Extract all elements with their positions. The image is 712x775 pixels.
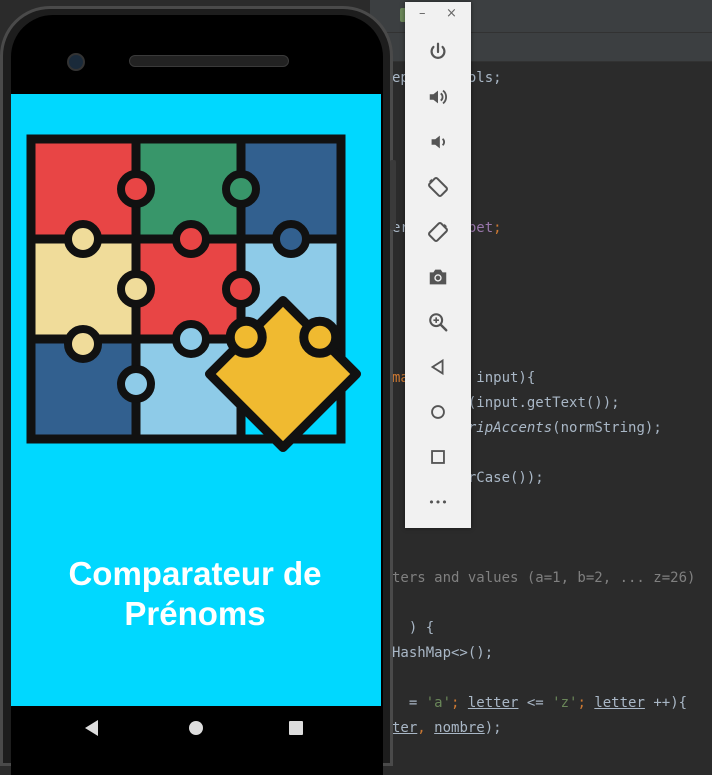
screenshot-button[interactable] (422, 261, 454, 293)
rotate-right-button[interactable] (422, 216, 454, 248)
zoom-icon (429, 313, 448, 332)
code-line[interactable]: = 'a'; letter <= 'z'; letter ++){ (392, 691, 687, 716)
code-token: ); (484, 720, 502, 736)
more-button[interactable]: ••• (422, 486, 454, 518)
code-token: , (417, 720, 435, 736)
app-title-line-1: Comparateur de (68, 555, 322, 592)
app-title-line-2: Prénoms (124, 595, 266, 632)
volume-down-button[interactable] (422, 126, 454, 158)
home-button[interactable] (422, 396, 454, 428)
home-icon (431, 405, 445, 419)
code-token: letter (467, 695, 519, 711)
phone-side-button (390, 160, 396, 230)
power-icon (430, 42, 446, 59)
code-token: 'a' (425, 695, 452, 711)
close-button[interactable]: × (446, 6, 457, 21)
code-token: nombre (434, 720, 485, 736)
code-token: ; (451, 695, 468, 711)
code-line[interactable]: ter, nombre); (392, 716, 502, 741)
code-line[interactable]: ) { (392, 616, 434, 641)
home-icon[interactable] (188, 720, 204, 740)
code-line[interactable]: ters and values (a=1, b=2, ... z=26) (392, 566, 695, 591)
code-token: ter (392, 720, 418, 736)
recents-icon[interactable] (289, 720, 303, 739)
app-title: Comparateur de Prénoms (0, 554, 390, 634)
volume-up-button[interactable] (422, 81, 454, 113)
code-token: (input.getText()); (467, 395, 620, 411)
back-button[interactable] (422, 351, 454, 383)
android-nav-bar (11, 706, 381, 750)
volume-down-icon (431, 135, 445, 149)
back-icon (430, 358, 444, 376)
front-camera (67, 53, 85, 71)
earpiece-speaker (129, 55, 289, 67)
code-line[interactable]: HashMap<>(); (392, 641, 493, 666)
rotate-right-icon (428, 222, 448, 242)
code-token: ++){ (644, 695, 688, 711)
code-token: HashMap<>(); (392, 645, 494, 661)
emulator-control-panel: – × ••• (405, 2, 471, 528)
puzzle-logo (26, 134, 362, 453)
more-icon: ••• (428, 495, 448, 509)
rotate-left-button[interactable] (422, 171, 454, 203)
code-token: (normString); (552, 420, 662, 436)
zoom-button[interactable] (422, 306, 454, 338)
back-icon[interactable] (85, 720, 99, 740)
code-token: letter (594, 695, 645, 711)
minimize-button[interactable]: – (419, 6, 426, 21)
volume-up-icon (429, 89, 447, 105)
overview-icon (431, 450, 445, 464)
overview-button[interactable] (422, 441, 454, 473)
code-token: ; (493, 220, 502, 236)
code-token: = (392, 695, 426, 711)
code-token: 'z' (552, 695, 578, 711)
camera-icon (429, 269, 447, 285)
code-token: ters and values (a=1, b=2, ... z=26) (392, 570, 696, 586)
power-button[interactable] (422, 36, 454, 68)
code-token: <= (518, 695, 553, 711)
code-token: ; (577, 695, 595, 711)
code-token: ) { (392, 620, 435, 636)
rotate-left-icon (428, 177, 448, 197)
